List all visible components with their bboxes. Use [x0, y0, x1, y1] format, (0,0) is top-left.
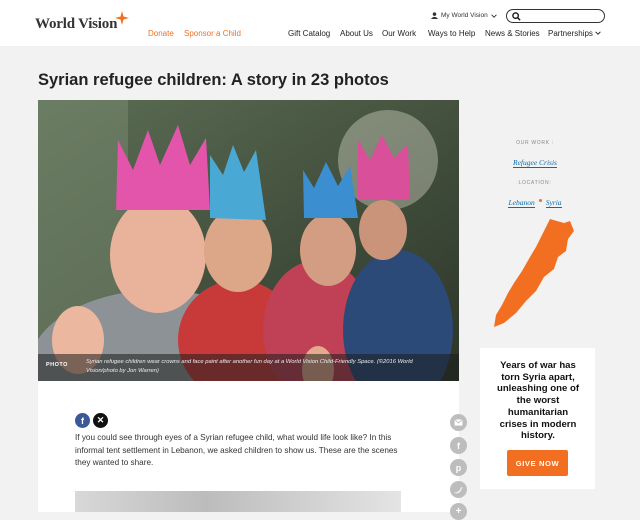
user-icon [431, 12, 438, 19]
nav-news-stories[interactable]: News & Stories [485, 29, 540, 38]
site-header: World Vision Donate Sponsor a Child My W… [0, 0, 640, 46]
nav-gift-catalog[interactable]: Gift Catalog [288, 29, 330, 38]
lebanon-map-icon [494, 219, 574, 327]
lebanon-link[interactable]: Lebanon [508, 198, 535, 208]
caption-text: Syrian refugee children wear crowns and … [86, 359, 413, 374]
hero-photo-illustration [38, 100, 459, 381]
hero-photo: PHOTO Syrian refugee children wear crown… [38, 100, 459, 381]
our-work-label: OUR WORK : [516, 140, 554, 146]
logo-star-icon [115, 10, 130, 25]
facebook-icon: f [81, 415, 84, 426]
search-icon [512, 12, 521, 21]
x-icon: ✕ [96, 415, 105, 425]
our-work-block: OUR WORK : Refugee Crisis [490, 140, 580, 170]
facebook-side-share-button[interactable]: f [450, 437, 467, 454]
intro-paragraph: If you could see through eyes of a Syria… [75, 433, 398, 468]
sponsor-child-link[interactable]: Sponsor a Child [184, 29, 241, 38]
email-icon [454, 419, 463, 426]
separator-dot [538, 199, 542, 203]
nav-ways-to-help[interactable]: Ways to Help [428, 29, 475, 38]
twitter-share-button[interactable] [450, 481, 467, 498]
give-now-button[interactable]: GIVE NOW [507, 450, 568, 476]
chevron-down-icon [595, 31, 601, 35]
facebook-share-button[interactable]: f [75, 413, 90, 428]
nav-about-us[interactable]: About Us [340, 29, 373, 38]
search-input[interactable] [506, 9, 605, 23]
promo-text: Years of war has torn Syria apart, unlea… [496, 360, 580, 442]
pinterest-icon: p [455, 462, 462, 473]
email-share-button[interactable] [450, 414, 467, 431]
photo-label: PHOTO [46, 362, 68, 368]
facebook-icon: f [457, 440, 460, 451]
x-share-button[interactable]: ✕ [93, 413, 108, 428]
my-world-vision-menu[interactable]: My World Vision [431, 12, 497, 19]
nav-partnerships[interactable]: Partnerships [548, 29, 601, 38]
photo-caption: PHOTO Syrian refugee children wear crown… [38, 354, 459, 381]
nav-partnerships-label: Partnerships [548, 29, 593, 38]
article-body: f ✕ If you could see through eyes of a S… [38, 381, 459, 512]
page-title: Syrian refugee children: A story in 23 p… [38, 71, 389, 89]
pinterest-share-button[interactable]: p [450, 459, 467, 476]
location-label: LOCATION: [518, 180, 552, 186]
second-photo [75, 491, 401, 512]
logo-text: World Vision [35, 16, 118, 32]
nav-our-work[interactable]: Our Work [382, 29, 416, 38]
location-block: LOCATION: Lebanon Syria [490, 180, 580, 210]
donation-promo: Years of war has torn Syria apart, unlea… [480, 348, 595, 489]
world-vision-logo[interactable]: World Vision [35, 10, 130, 33]
chevron-down-icon [490, 13, 497, 18]
refugee-crisis-link[interactable]: Refugee Crisis [513, 158, 557, 168]
donate-link[interactable]: Donate [148, 29, 174, 38]
syria-link[interactable]: Syria [545, 198, 562, 208]
twitter-icon [454, 486, 463, 493]
my-world-vision-label: My World Vision [441, 12, 488, 19]
main-content: Syrian refugee children: A story in 23 p… [0, 46, 640, 520]
